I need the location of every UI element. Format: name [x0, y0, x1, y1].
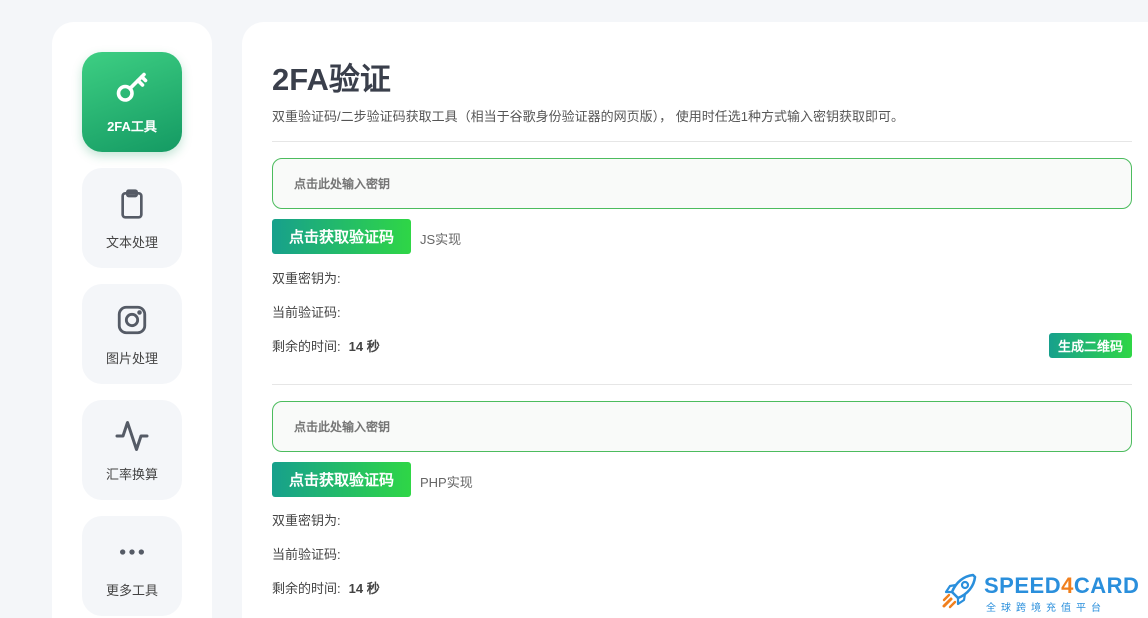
secret-key-input-php[interactable]: [272, 401, 1132, 452]
sidebar-item-label: 图片处理: [105, 350, 158, 366]
impl-label: PHP实现: [420, 475, 473, 490]
secret-label: 双重密钥为:: [272, 513, 341, 528]
sidebar-item-image[interactable]: 图片处理: [82, 284, 182, 384]
sidebar-item-exchange[interactable]: 汇率换算: [82, 400, 182, 500]
sidebar: 2FA工具 文本处理 图片处理 汇率换算 更多工具: [52, 22, 212, 618]
remaining-time: 剩余的时间: 14 秒: [272, 578, 380, 597]
brand-digit: 4: [1061, 573, 1074, 598]
page-subtitle: 双重验证码/二步验证码获取工具（相当于谷歌身份验证器的网页版）， 使用时任选1种…: [272, 109, 904, 124]
more-dots-icon: [114, 534, 150, 570]
divider: [272, 141, 1132, 142]
remaining-time: 剩余的时间: 14 秒: [272, 336, 380, 355]
clipboard-icon: [114, 186, 150, 222]
brand-suffix: CARD: [1073, 573, 1140, 598]
brand-watermark: SPEED4CARD 全球跨境充值平台: [940, 572, 1145, 616]
activity-icon: [114, 418, 150, 454]
brand-prefix: SPEED: [984, 573, 1062, 598]
divider: [272, 384, 1132, 385]
remaining-label: 剩余的时间:: [272, 339, 341, 354]
get-code-button-php[interactable]: 点击获取验证码: [272, 462, 411, 497]
remaining-value: 14 秒: [348, 581, 380, 596]
get-code-button-js[interactable]: 点击获取验证码: [272, 219, 411, 254]
current-code-label: 当前验证码:: [272, 305, 341, 320]
generate-qr-button[interactable]: 生成二维码: [1049, 333, 1132, 358]
sidebar-item-more[interactable]: 更多工具: [82, 516, 182, 616]
remaining-label: 剩余的时间:: [272, 581, 341, 596]
impl-label: JS实现: [420, 232, 462, 247]
main-panel: 2FA验证 双重验证码/二步验证码获取工具（相当于谷歌身份验证器的网页版）， 使…: [242, 22, 1148, 618]
key-icon: [114, 70, 150, 106]
remaining-value: 14 秒: [348, 339, 380, 354]
page-title: 2FA验证: [272, 62, 391, 97]
instagram-icon: [114, 302, 150, 338]
current-code-label: 当前验证码:: [272, 547, 341, 562]
brand-tagline: 全球跨境充值平台: [986, 603, 1106, 614]
sidebar-item-2fa[interactable]: 2FA工具: [82, 52, 182, 152]
sidebar-item-label: 汇率换算: [105, 466, 158, 482]
sidebar-item-label: 2FA工具: [107, 118, 157, 134]
sidebar-item-label: 文本处理: [105, 234, 158, 250]
brand-name: SPEED4CARD: [984, 574, 1139, 598]
sidebar-item-label: 更多工具: [105, 582, 158, 598]
sidebar-item-text[interactable]: 文本处理: [82, 168, 182, 268]
rocket-logo-icon: [940, 572, 978, 617]
secret-label: 双重密钥为:: [272, 271, 341, 286]
secret-key-input-js[interactable]: [272, 158, 1132, 209]
